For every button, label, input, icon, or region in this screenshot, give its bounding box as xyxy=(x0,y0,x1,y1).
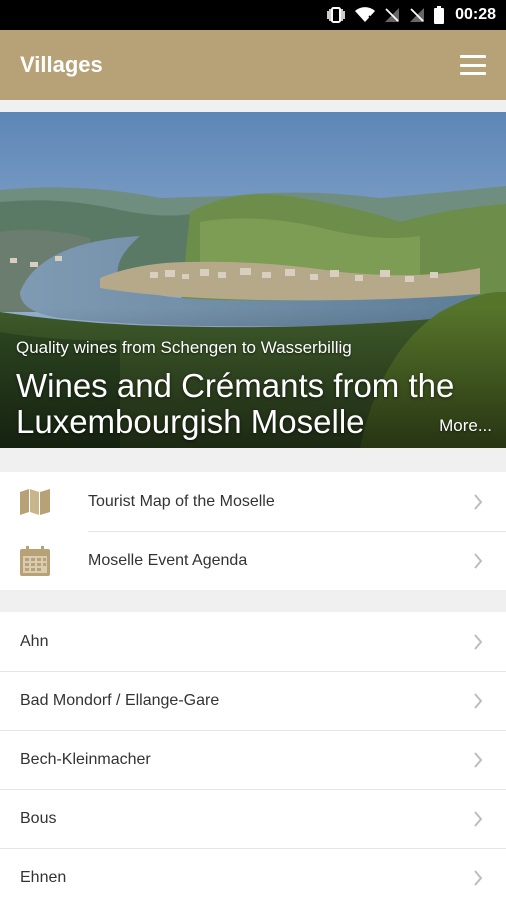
village-label: Bad Mondorf / Ellange-Gare xyxy=(20,691,220,709)
list-item-village[interactable]: Bad Mondorf / Ellange-Gare xyxy=(0,671,506,730)
chevron-right-icon xyxy=(466,630,490,654)
hero-title: Wines and Crémants from the Luxembourgis… xyxy=(16,367,455,440)
list-item-village[interactable]: Ehnen xyxy=(0,848,506,900)
list-item-tourist-map[interactable]: Tourist Map of the Moselle xyxy=(0,472,506,531)
list-item-village[interactable]: Ahn xyxy=(0,612,506,671)
list-item-label: Moselle Event Agenda xyxy=(88,551,248,569)
chevron-right-icon xyxy=(466,490,490,514)
vibrate-icon xyxy=(326,6,346,24)
page-title: Villages xyxy=(20,52,103,77)
spacer xyxy=(0,590,506,612)
chevron-right-icon xyxy=(466,549,490,573)
hero-banner[interactable]: Quality wines from Schengen to Wasserbil… xyxy=(0,112,506,448)
more-link[interactable]: More... xyxy=(439,416,492,436)
wifi-icon xyxy=(355,7,376,23)
status-bar: 00:28 xyxy=(0,0,506,30)
no-signal-icon xyxy=(384,7,400,23)
hero-subtitle: Quality wines from Schengen to Wasserbil… xyxy=(16,338,352,357)
spacer xyxy=(0,100,506,112)
hamburger-menu-icon[interactable] xyxy=(460,55,486,75)
spacer xyxy=(0,448,506,472)
chevron-right-icon xyxy=(466,807,490,831)
map-icon xyxy=(20,487,50,517)
village-label: Ehnen xyxy=(20,868,67,886)
calendar-icon xyxy=(20,545,50,576)
status-time: 00:28 xyxy=(455,6,496,23)
list-item-event-agenda[interactable]: Moselle Event Agenda xyxy=(0,531,506,590)
village-label: Bous xyxy=(20,809,57,827)
chevron-right-icon xyxy=(466,866,490,890)
village-label: Ahn xyxy=(20,632,49,650)
list-item-label: Tourist Map of the Moselle xyxy=(88,492,275,510)
village-label: Bech-Kleinmacher xyxy=(20,750,151,768)
chevron-right-icon xyxy=(466,748,490,772)
villages-list: Ahn Bad Mondorf / Ellange-Gare Bech-Klei… xyxy=(0,612,506,900)
app-bar: Villages xyxy=(0,30,506,100)
quick-links-list: Tourist Map of the Moselle Moselle Event… xyxy=(0,472,506,590)
list-item-village[interactable]: Bous xyxy=(0,789,506,848)
list-item-village[interactable]: Bech-Kleinmacher xyxy=(0,730,506,789)
chevron-right-icon xyxy=(466,689,490,713)
no-signal-icon xyxy=(409,7,425,23)
battery-icon xyxy=(434,6,445,24)
